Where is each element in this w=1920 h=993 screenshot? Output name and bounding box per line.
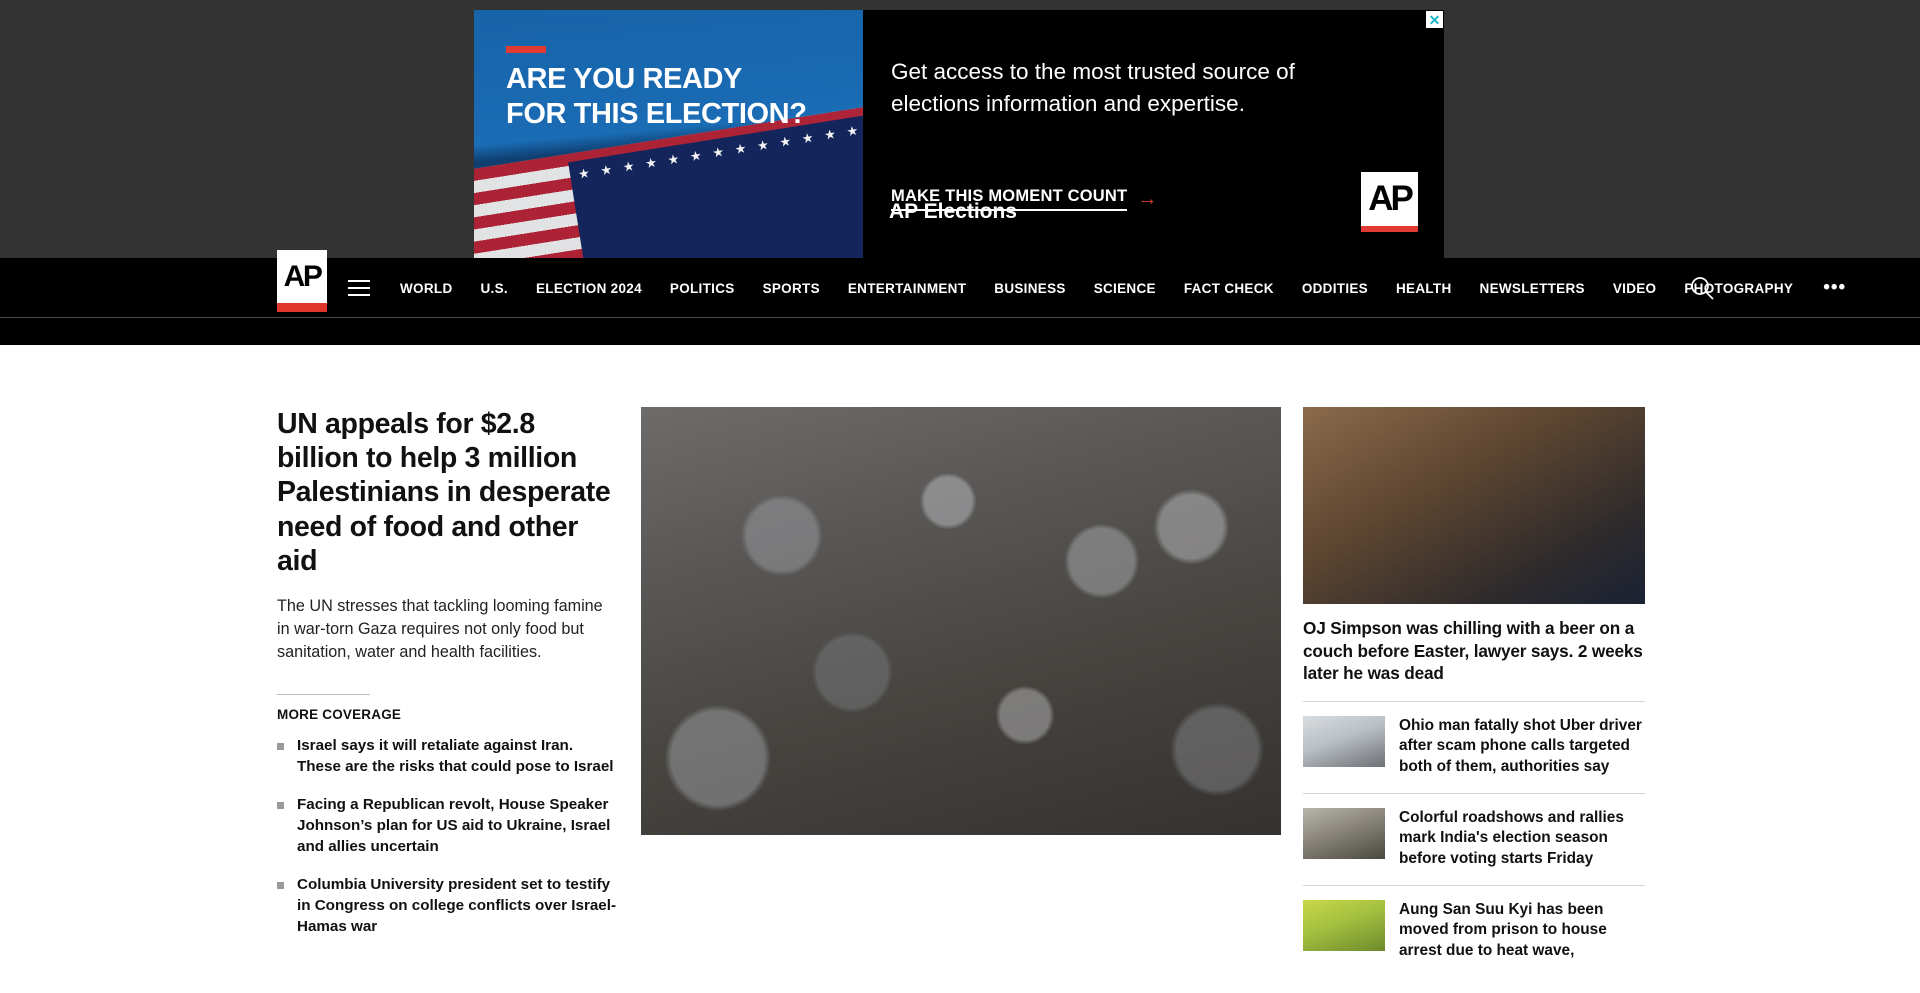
nav-item-business[interactable]: BUSINESS <box>980 281 1079 296</box>
ad-banner[interactable]: ★★★★★★★★★★★★★★★★★★★★★★★★★★★★★★★★★★★★★★★★… <box>474 10 1444 258</box>
lead-story-image[interactable] <box>641 407 1281 835</box>
list-item-thumbnail <box>1303 808 1385 860</box>
rail-top-story-headline[interactable]: OJ Simpson was chilling with a beer on a… <box>1303 617 1645 685</box>
ad-accent-rule <box>506 46 546 53</box>
close-icon[interactable]: ✕ <box>1426 11 1443 28</box>
list-item[interactable]: Ohio man fatally shot Uber driver after … <box>1303 701 1645 777</box>
ap-logo-ad-text: AP <box>1368 179 1414 218</box>
hamburger-menu-icon[interactable] <box>348 280 370 296</box>
list-item-headline: Ohio man fatally shot Uber driver after … <box>1399 717 1642 775</box>
more-coverage-item[interactable]: Israel says it will retaliate against Ir… <box>277 736 619 777</box>
list-item-headline: Aung San Suu Kyi has been moved from pri… <box>1399 901 1607 959</box>
lead-story-dek: The UN stresses that tackling looming fa… <box>277 596 603 661</box>
ad-headline-line-2: FOR THIS ELECTION? <box>506 98 807 131</box>
lead-story-image-column <box>641 407 1281 961</box>
nav-item-world[interactable]: WORLD <box>386 281 467 296</box>
ap-logo-ad: AP <box>1361 172 1418 232</box>
nav-overflow-icon[interactable]: ••• <box>1807 279 1862 297</box>
ad-left-panel: ★★★★★★★★★★★★★★★★★★★★★★★★★★★★★★★★★★★★★★★★… <box>474 10 863 258</box>
site-navigation-bar: AP WORLD U.S. ELECTION 2024 POLITICS SPO… <box>0 250 1920 318</box>
ad-headline-line-1: ARE YOU READY <box>506 63 742 95</box>
list-item[interactable]: Colorful roadshows and rallies mark Indi… <box>1303 793 1645 869</box>
nav-item-entertainment[interactable]: ENTERTAINMENT <box>834 281 980 296</box>
nav-item-video[interactable]: VIDEO <box>1599 281 1671 296</box>
rail-top-story-image[interactable] <box>1303 407 1645 604</box>
more-coverage-label: MORE COVERAGE <box>277 706 402 722</box>
ap-logo-text: AP <box>283 259 323 293</box>
nav-item-fact-check[interactable]: FACT CHECK <box>1170 281 1288 296</box>
more-coverage-divider <box>277 693 370 695</box>
nav-item-oddities[interactable]: ODDITIES <box>1288 281 1382 296</box>
nav-item-newsletters[interactable]: NEWSLETTERS <box>1466 281 1599 296</box>
advertisement-region: ★★★★★★★★★★★★★★★★★★★★★★★★★★★★★★★★★★★★★★★★… <box>0 0 1920 258</box>
nav-item-health[interactable]: HEALTH <box>1382 281 1466 296</box>
ad-brand-label: AP Elections <box>889 200 1017 223</box>
nav-item-science[interactable]: SCIENCE <box>1080 281 1170 296</box>
list-item-thumbnail <box>1303 716 1385 768</box>
ap-logo-home-link[interactable]: AP <box>277 250 327 312</box>
lead-story-headline[interactable]: UN appeals for $2.8 billion to help 3 mi… <box>277 407 619 578</box>
nav-item-sports[interactable]: SPORTS <box>749 281 834 296</box>
nav-item-election-2024[interactable]: ELECTION 2024 <box>522 281 656 296</box>
nav-item-politics[interactable]: POLITICS <box>656 281 749 296</box>
more-coverage-item[interactable]: Columbia University president set to tes… <box>277 875 619 937</box>
list-item-headline: Colorful roadshows and rallies mark Indi… <box>1399 809 1624 867</box>
right-rail-column: OJ Simpson was chilling with a beer on a… <box>1303 407 1645 961</box>
more-coverage-list: Israel says it will retaliate against Ir… <box>277 736 619 937</box>
more-coverage-item[interactable]: Facing a Republican revolt, House Speake… <box>277 795 619 857</box>
ad-headline: ARE YOU READY FOR THIS ELECTION? <box>506 62 846 133</box>
list-item[interactable]: Aung San Suu Kyi has been moved from pri… <box>1303 885 1645 961</box>
arrow-right-icon: → <box>1137 188 1158 210</box>
ad-right-panel: Get access to the most trusted source of… <box>863 10 1444 258</box>
search-icon[interactable] <box>1689 275 1715 301</box>
nav-sub-band <box>0 318 1920 345</box>
lead-story-column: UN appeals for $2.8 billion to help 3 mi… <box>277 407 619 961</box>
nav-items: WORLD U.S. ELECTION 2024 POLITICS SPORTS… <box>386 258 1862 318</box>
nav-item-us[interactable]: U.S. <box>467 281 522 296</box>
list-item-thumbnail <box>1303 900 1385 952</box>
top-stories-grid: UN appeals for $2.8 billion to help 3 mi… <box>277 407 1645 961</box>
ad-body-text: Get access to the most trusted source of… <box>891 59 1295 116</box>
